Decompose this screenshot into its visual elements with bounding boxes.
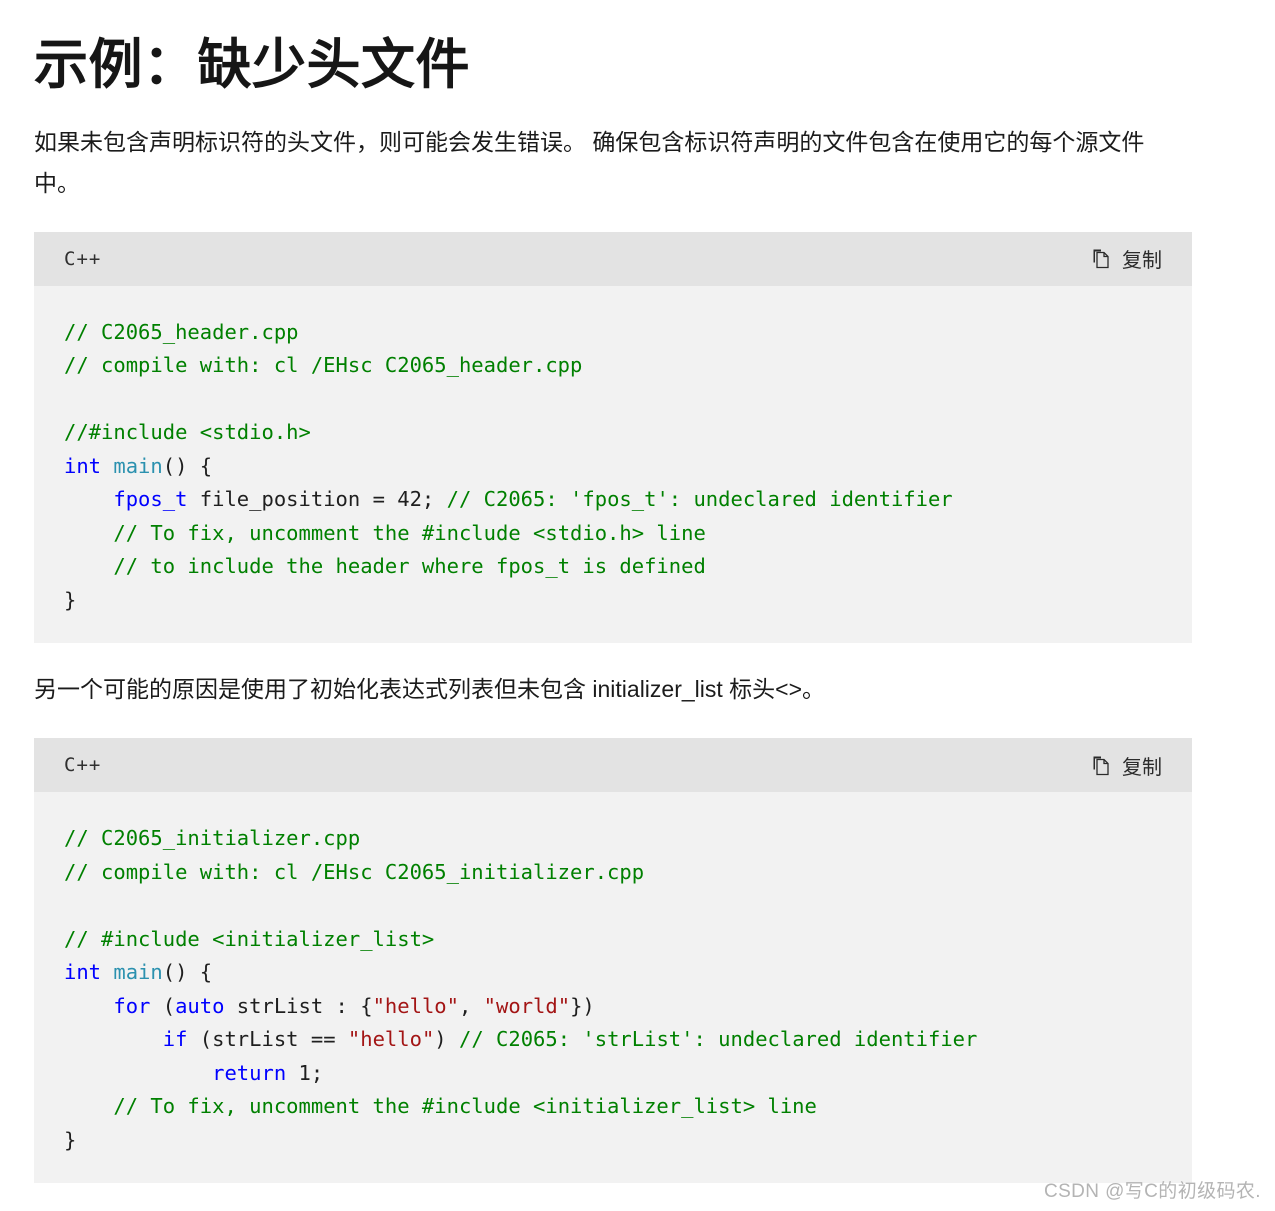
code-token: 1;	[286, 1060, 324, 1085]
code-token: main	[113, 453, 163, 478]
paragraph-missing-header: 如果未包含声明标识符的头文件，则可能会发生错误。 确保包含标识符声明的文件包含在…	[34, 129, 1145, 197]
code-token: })	[570, 993, 595, 1018]
code-content-header-example[interactable]: // C2065_header.cpp // compile with: cl /…	[34, 286, 1192, 644]
code-block-initializer-example: C++ 复制 // C2065_initializer.cpp // compil…	[34, 738, 1192, 1184]
code-token: ,	[458, 993, 484, 1018]
code-token: //#include <stdio.h>	[64, 420, 311, 445]
code-token: strList : {	[224, 993, 373, 1018]
code-token: int	[64, 453, 102, 478]
code-token: "hello"	[372, 993, 459, 1018]
copy-button[interactable]: 复制	[1085, 240, 1168, 277]
copy-button-label: 复制	[1122, 756, 1162, 779]
watermark: CSDN @写C的初级码农.	[1043, 1181, 1261, 1202]
code-line: // To fix, uncomment the #include <initi…	[64, 1090, 1168, 1124]
code-token: // C2065_initializer.cpp	[64, 826, 361, 851]
code-block-toolbar: C++ 复制	[34, 231, 1192, 286]
code-line: int main() {	[64, 956, 1168, 990]
code-token: () {	[162, 453, 213, 478]
copy-button[interactable]: 复制	[1085, 747, 1168, 784]
code-line: // #include <initializer_list>	[64, 923, 1168, 957]
code-line: }	[64, 1124, 1168, 1158]
code-token: }	[64, 587, 77, 612]
code-token: int	[64, 960, 102, 985]
code-language-label: C++	[64, 247, 102, 270]
code-line: // compile with: cl /EHsc C2065_header.c…	[64, 349, 1168, 383]
page-title: 示例：缺少头文件	[34, 35, 470, 95]
code-token: // To fix, uncomment the #include <stdio…	[113, 520, 706, 545]
paragraph-initializer-list: 另一个可能的原因是使用了初始化表达式列表但未包含 initializer_lis…	[34, 676, 826, 703]
code-token: return	[212, 1060, 287, 1085]
code-token: // compile with: cl /EHsc C2065_header.c…	[64, 353, 583, 378]
code-token: // To fix, uncomment the #include <initi…	[113, 1094, 817, 1119]
code-token: // C2065: 'fpos_t': undeclared identifie…	[446, 487, 953, 512]
code-block-header-example: C++ 复制 // C2065_header.cpp // compile wit…	[34, 231, 1192, 644]
code-token: )	[434, 1027, 459, 1052]
copy-icon	[1091, 248, 1111, 269]
code-token: (strList ==	[187, 1027, 348, 1052]
code-line: }	[64, 584, 1168, 618]
code-token: }	[64, 1127, 77, 1152]
code-token: auto	[175, 993, 225, 1018]
code-line: // To fix, uncomment the #include <stdio…	[64, 517, 1168, 551]
code-token: (	[150, 993, 176, 1018]
code-token: // C2065_header.cpp	[64, 319, 299, 344]
code-token: file_position = 42;	[187, 487, 447, 512]
copy-button-label: 复制	[1122, 250, 1162, 273]
code-token: // to include the header where fpos_t is…	[113, 554, 706, 579]
code-line: // C2065_header.cpp	[64, 316, 1168, 350]
code-line: //#include <stdio.h>	[64, 416, 1168, 450]
code-line: if (strList == "hello") // C2065: 'strLi…	[64, 1023, 1168, 1057]
code-token: "hello"	[347, 1027, 435, 1052]
code-token: // C2065: 'strList': undeclared identifi…	[458, 1027, 978, 1052]
code-token: if	[162, 1027, 188, 1052]
code-token: main	[113, 960, 163, 985]
code-line: // compile with: cl /EHsc C2065_initiali…	[64, 856, 1168, 890]
code-content-initializer-example[interactable]: // C2065_initializer.cpp // compile with:…	[34, 792, 1192, 1183]
code-token: () {	[162, 960, 213, 985]
code-language-label: C++	[64, 754, 102, 777]
code-line: // to include the header where fpos_t is…	[64, 550, 1168, 584]
code-block-toolbar: C++ 复制	[34, 738, 1192, 793]
code-token: // #include <initializer_list>	[64, 926, 435, 951]
code-line: for (auto strList : {"hello", "world"})	[64, 990, 1168, 1024]
document-page: 示例：缺少头文件 如果未包含声明标识符的头文件，则可能会发生错误。 确保包含标识…	[0, 0, 1275, 1211]
code-token: "world"	[483, 993, 571, 1018]
code-token: fpos_t	[113, 487, 188, 512]
code-line: int main() {	[64, 450, 1168, 484]
code-token: for	[113, 993, 151, 1018]
copy-icon	[1091, 755, 1111, 776]
code-token: // compile with: cl /EHsc C2065_initiali…	[64, 859, 645, 884]
code-line: return 1;	[64, 1057, 1168, 1091]
code-line: fpos_t file_position = 42; // C2065: 'fp…	[64, 483, 1168, 517]
code-line: // C2065_initializer.cpp	[64, 822, 1168, 856]
